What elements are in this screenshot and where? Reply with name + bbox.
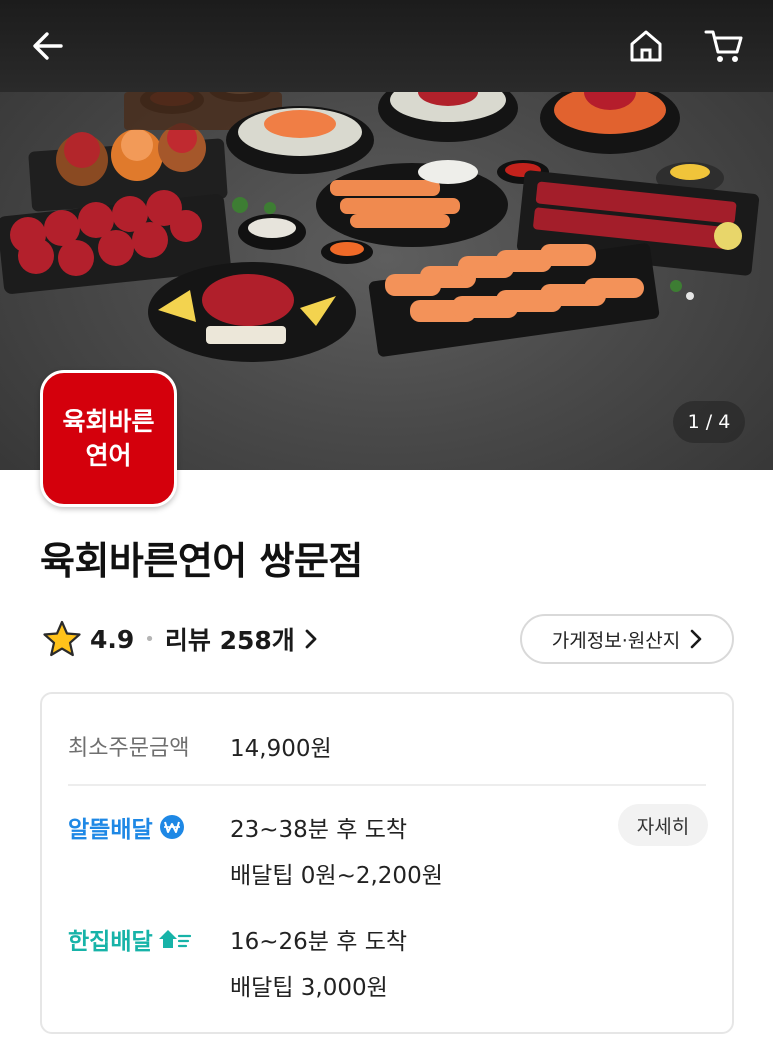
- review-count: 리뷰 258개: [164, 626, 295, 655]
- logo-line-1: 육회바른: [62, 406, 155, 436]
- delivery-info-card: 최소주문금액 14,900원 알뜰배달 23~38분 후 도착 배달팁 0원~2…: [40, 692, 734, 1034]
- review-link[interactable]: 리뷰 258개: [165, 621, 317, 657]
- star-icon: [43, 620, 81, 657]
- service-single-label: 한집배달: [68, 929, 153, 955]
- service-saver-label: 알뜰배달: [68, 817, 153, 843]
- single-eta: 16~26분 후 도착: [230, 929, 408, 955]
- logo-line-2: 연어: [85, 440, 132, 470]
- cart-icon: [704, 30, 743, 62]
- fast-house-icon: [158, 930, 191, 948]
- chevron-right-icon: [305, 629, 317, 649]
- chevron-right-icon: [690, 629, 702, 649]
- arrow-left-icon: [33, 32, 63, 60]
- detail-button[interactable]: 자세히: [618, 804, 708, 846]
- image-counter: 1 / 4: [673, 401, 745, 443]
- single-tip: 배달팁 3,000원: [230, 975, 388, 1001]
- store-info-button[interactable]: 가게정보·원산지: [520, 614, 734, 664]
- rating-value: 4.9: [90, 624, 135, 654]
- back-button[interactable]: [24, 22, 72, 70]
- service-single-delivery: 한집배달: [68, 922, 191, 956]
- cart-button[interactable]: [700, 22, 748, 70]
- separator-dot: •: [144, 628, 155, 650]
- store-logo: 육회바른 연어: [40, 370, 177, 507]
- min-order-value: 14,900원: [230, 736, 332, 762]
- store-info-label: 가게정보·원산지: [551, 629, 681, 652]
- store-title: 육회바른연어 쌍문점: [40, 539, 363, 583]
- rating-row: 4.9 • 리뷰 258개: [42, 617, 317, 661]
- home-icon: [630, 30, 662, 62]
- divider: [68, 784, 706, 786]
- min-order-label: 최소주문금액: [68, 736, 190, 761]
- won-badge-icon: [159, 815, 184, 839]
- home-button[interactable]: [622, 22, 670, 70]
- saver-eta: 23~38분 후 도착: [230, 817, 408, 843]
- service-saver-delivery: 알뜰배달: [68, 810, 185, 844]
- saver-tip: 배달팁 0원~2,200원: [230, 863, 443, 889]
